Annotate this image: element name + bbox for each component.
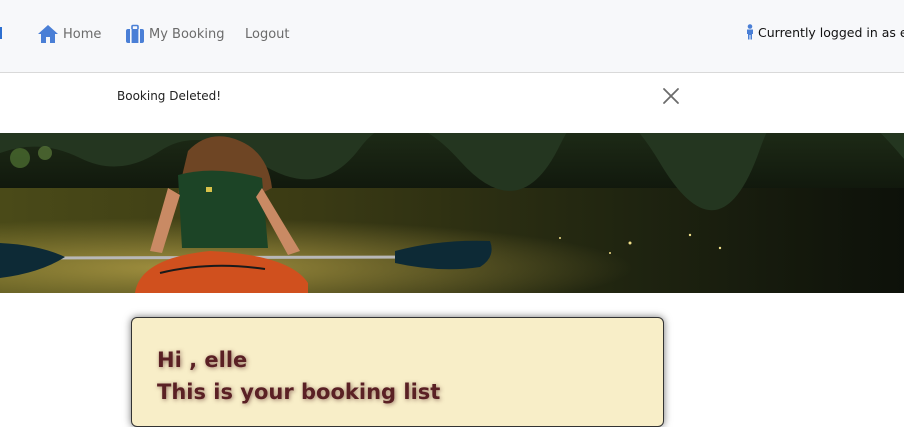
hero-banner-image bbox=[0, 133, 904, 293]
close-icon[interactable] bbox=[662, 87, 680, 105]
alert-banner: Booking Deleted! bbox=[0, 74, 904, 133]
person-icon bbox=[747, 24, 753, 40]
kayak-river-photo bbox=[0, 133, 904, 293]
booking-list-heading: This is your booking list bbox=[157, 380, 441, 404]
top-navbar: Home My Booking Logout Currently logged … bbox=[0, 0, 904, 73]
home-icon bbox=[38, 25, 58, 43]
nav-home-link[interactable]: Home bbox=[37, 22, 101, 46]
greeting-heading: Hi , elle bbox=[157, 348, 248, 372]
nav-logout-link[interactable]: Logout bbox=[245, 22, 290, 46]
booking-greeting-card: Hi , elle This is your booking list bbox=[131, 317, 664, 427]
login-status: Currently logged in as elle bbox=[745, 24, 904, 40]
briefcase-icon bbox=[126, 24, 144, 43]
nav-home-label: Home bbox=[63, 26, 102, 42]
nav-my-booking-link[interactable]: My Booking bbox=[125, 22, 225, 46]
navbar-brand-edge[interactable] bbox=[0, 27, 2, 39]
alert-message: Booking Deleted! bbox=[117, 89, 222, 103]
nav-logout-label: Logout bbox=[245, 26, 290, 42]
login-status-text: Currently logged in as elle bbox=[758, 24, 904, 40]
nav-my-booking-label: My Booking bbox=[149, 26, 225, 42]
